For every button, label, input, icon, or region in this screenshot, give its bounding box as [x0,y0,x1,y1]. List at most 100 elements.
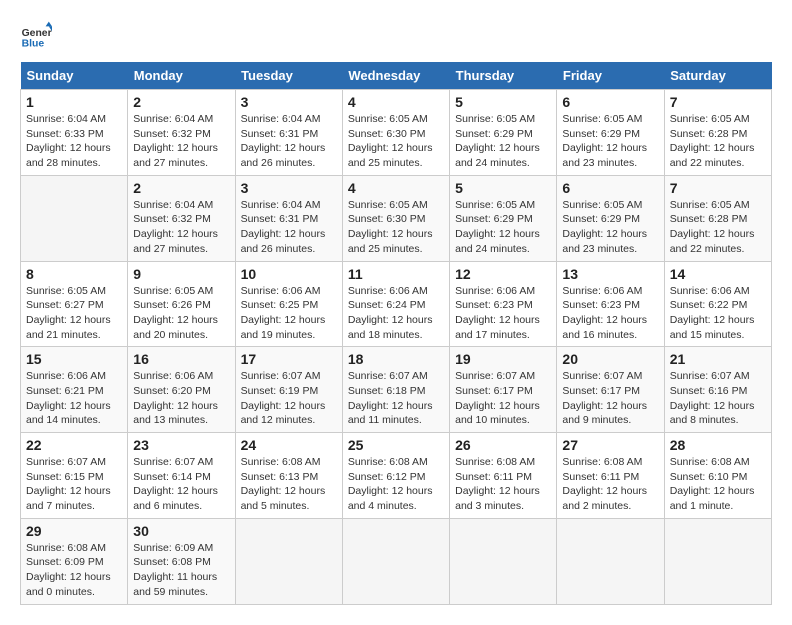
day-number: 26 [455,437,551,453]
calendar-row: 1 Sunrise: 6:04 AM Sunset: 6:33 PM Dayli… [21,90,772,176]
calendar-row: 22 Sunrise: 6:07 AM Sunset: 6:15 PM Dayl… [21,433,772,519]
day-info: Sunrise: 6:05 AM Sunset: 6:28 PM Dayligh… [670,198,766,257]
day-info: Sunrise: 6:05 AM Sunset: 6:26 PM Dayligh… [133,284,229,343]
day-info: Sunrise: 6:07 AM Sunset: 6:16 PM Dayligh… [670,369,766,428]
day-info: Sunrise: 6:05 AM Sunset: 6:29 PM Dayligh… [562,112,658,171]
day-info: Sunrise: 6:07 AM Sunset: 6:18 PM Dayligh… [348,369,444,428]
calendar-cell: 4 Sunrise: 6:05 AM Sunset: 6:30 PM Dayli… [342,175,449,261]
calendar-cell [664,518,771,604]
day-info: Sunrise: 6:08 AM Sunset: 6:13 PM Dayligh… [241,455,337,514]
day-number: 3 [241,94,337,110]
calendar-row: 8 Sunrise: 6:05 AM Sunset: 6:27 PM Dayli… [21,261,772,347]
day-info: Sunrise: 6:05 AM Sunset: 6:30 PM Dayligh… [348,112,444,171]
calendar-cell: 12 Sunrise: 6:06 AM Sunset: 6:23 PM Dayl… [450,261,557,347]
day-number: 14 [670,266,766,282]
calendar-cell: 13 Sunrise: 6:06 AM Sunset: 6:23 PM Dayl… [557,261,664,347]
day-number: 6 [562,94,658,110]
calendar-cell: 24 Sunrise: 6:08 AM Sunset: 6:13 PM Dayl… [235,433,342,519]
day-number: 4 [348,94,444,110]
day-info: Sunrise: 6:09 AM Sunset: 6:08 PM Dayligh… [133,541,229,600]
calendar-cell: 8 Sunrise: 6:05 AM Sunset: 6:27 PM Dayli… [21,261,128,347]
day-number: 17 [241,351,337,367]
day-info: Sunrise: 6:07 AM Sunset: 6:17 PM Dayligh… [562,369,658,428]
day-info: Sunrise: 6:04 AM Sunset: 6:31 PM Dayligh… [241,198,337,257]
calendar-cell: 25 Sunrise: 6:08 AM Sunset: 6:12 PM Dayl… [342,433,449,519]
calendar-row: 15 Sunrise: 6:06 AM Sunset: 6:21 PM Dayl… [21,347,772,433]
calendar-cell [235,518,342,604]
day-info: Sunrise: 6:06 AM Sunset: 6:22 PM Dayligh… [670,284,766,343]
calendar-cell [21,175,128,261]
day-info: Sunrise: 6:08 AM Sunset: 6:09 PM Dayligh… [26,541,122,600]
day-info: Sunrise: 6:08 AM Sunset: 6:12 PM Dayligh… [348,455,444,514]
calendar-cell: 11 Sunrise: 6:06 AM Sunset: 6:24 PM Dayl… [342,261,449,347]
calendar-cell [557,518,664,604]
calendar-cell: 18 Sunrise: 6:07 AM Sunset: 6:18 PM Dayl… [342,347,449,433]
calendar-cell: 21 Sunrise: 6:07 AM Sunset: 6:16 PM Dayl… [664,347,771,433]
calendar-cell: 30 Sunrise: 6:09 AM Sunset: 6:08 PM Dayl… [128,518,235,604]
day-number: 12 [455,266,551,282]
day-info: Sunrise: 6:07 AM Sunset: 6:15 PM Dayligh… [26,455,122,514]
day-info: Sunrise: 6:06 AM Sunset: 6:24 PM Dayligh… [348,284,444,343]
logo: General Blue [20,20,52,52]
page-header: General Blue [20,20,772,52]
calendar-cell: 7 Sunrise: 6:05 AM Sunset: 6:28 PM Dayli… [664,90,771,176]
weekday-header-tuesday: Tuesday [235,62,342,90]
day-info: Sunrise: 6:07 AM Sunset: 6:17 PM Dayligh… [455,369,551,428]
calendar-cell: 1 Sunrise: 6:04 AM Sunset: 6:33 PM Dayli… [21,90,128,176]
day-number: 4 [348,180,444,196]
day-number: 7 [670,94,766,110]
day-info: Sunrise: 6:04 AM Sunset: 6:32 PM Dayligh… [133,198,229,257]
day-number: 30 [133,523,229,539]
day-number: 19 [455,351,551,367]
day-number: 6 [562,180,658,196]
calendar-cell: 29 Sunrise: 6:08 AM Sunset: 6:09 PM Dayl… [21,518,128,604]
calendar-cell: 14 Sunrise: 6:06 AM Sunset: 6:22 PM Dayl… [664,261,771,347]
day-info: Sunrise: 6:06 AM Sunset: 6:25 PM Dayligh… [241,284,337,343]
day-info: Sunrise: 6:04 AM Sunset: 6:33 PM Dayligh… [26,112,122,171]
day-info: Sunrise: 6:06 AM Sunset: 6:20 PM Dayligh… [133,369,229,428]
day-number: 28 [670,437,766,453]
day-info: Sunrise: 6:07 AM Sunset: 6:14 PM Dayligh… [133,455,229,514]
day-info: Sunrise: 6:05 AM Sunset: 6:28 PM Dayligh… [670,112,766,171]
calendar-table: SundayMondayTuesdayWednesdayThursdayFrid… [20,62,772,605]
calendar-cell [450,518,557,604]
day-number: 11 [348,266,444,282]
day-info: Sunrise: 6:06 AM Sunset: 6:21 PM Dayligh… [26,369,122,428]
weekday-header-monday: Monday [128,62,235,90]
calendar-cell: 7 Sunrise: 6:05 AM Sunset: 6:28 PM Dayli… [664,175,771,261]
day-info: Sunrise: 6:08 AM Sunset: 6:11 PM Dayligh… [455,455,551,514]
weekday-header-friday: Friday [557,62,664,90]
day-info: Sunrise: 6:05 AM Sunset: 6:27 PM Dayligh… [26,284,122,343]
calendar-cell: 17 Sunrise: 6:07 AM Sunset: 6:19 PM Dayl… [235,347,342,433]
day-info: Sunrise: 6:04 AM Sunset: 6:32 PM Dayligh… [133,112,229,171]
calendar-cell: 15 Sunrise: 6:06 AM Sunset: 6:21 PM Dayl… [21,347,128,433]
calendar-cell: 22 Sunrise: 6:07 AM Sunset: 6:15 PM Dayl… [21,433,128,519]
day-number: 29 [26,523,122,539]
calendar-cell: 28 Sunrise: 6:08 AM Sunset: 6:10 PM Dayl… [664,433,771,519]
calendar-cell: 3 Sunrise: 6:04 AM Sunset: 6:31 PM Dayli… [235,90,342,176]
day-number: 5 [455,94,551,110]
day-number: 3 [241,180,337,196]
calendar-cell: 4 Sunrise: 6:05 AM Sunset: 6:30 PM Dayli… [342,90,449,176]
calendar-cell: 10 Sunrise: 6:06 AM Sunset: 6:25 PM Dayl… [235,261,342,347]
day-number: 1 [26,94,122,110]
calendar-row: 29 Sunrise: 6:08 AM Sunset: 6:09 PM Dayl… [21,518,772,604]
calendar-row: 2 Sunrise: 6:04 AM Sunset: 6:32 PM Dayli… [21,175,772,261]
day-info: Sunrise: 6:07 AM Sunset: 6:19 PM Dayligh… [241,369,337,428]
calendar-cell: 5 Sunrise: 6:05 AM Sunset: 6:29 PM Dayli… [450,175,557,261]
calendar-cell: 27 Sunrise: 6:08 AM Sunset: 6:11 PM Dayl… [557,433,664,519]
calendar-cell: 2 Sunrise: 6:04 AM Sunset: 6:32 PM Dayli… [128,175,235,261]
calendar-cell: 23 Sunrise: 6:07 AM Sunset: 6:14 PM Dayl… [128,433,235,519]
weekday-header-saturday: Saturday [664,62,771,90]
svg-text:Blue: Blue [22,38,45,49]
calendar-cell: 20 Sunrise: 6:07 AM Sunset: 6:17 PM Dayl… [557,347,664,433]
calendar-cell: 5 Sunrise: 6:05 AM Sunset: 6:29 PM Dayli… [450,90,557,176]
weekday-header-wednesday: Wednesday [342,62,449,90]
calendar-cell: 16 Sunrise: 6:06 AM Sunset: 6:20 PM Dayl… [128,347,235,433]
day-info: Sunrise: 6:08 AM Sunset: 6:11 PM Dayligh… [562,455,658,514]
weekday-header-sunday: Sunday [21,62,128,90]
day-number: 21 [670,351,766,367]
day-number: 5 [455,180,551,196]
day-number: 18 [348,351,444,367]
day-number: 8 [26,266,122,282]
